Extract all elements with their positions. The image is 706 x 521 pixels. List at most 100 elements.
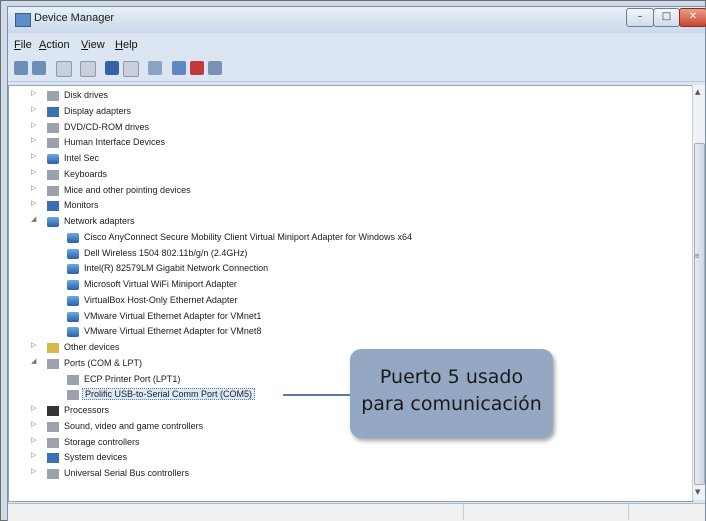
- collapse-arrow-icon[interactable]: ◢: [31, 215, 39, 223]
- tree-item-label: Dell Wireless 1504 802.11b/g/n (2.4GHz): [84, 247, 248, 258]
- expand-arrow-icon[interactable]: ▷: [31, 89, 39, 97]
- device-gray-icon: [47, 122, 59, 133]
- menu-bar: File Action View Help: [8, 37, 705, 55]
- tree-item-label: VMware Virtual Ethernet Adapter for VMne…: [84, 326, 262, 337]
- status-segment: [628, 504, 629, 520]
- tree-item-label: Microsoft Virtual WiFi Miniport Adapter: [84, 279, 237, 289]
- device-tree[interactable]: ▷ Disk drives ▷ Display adapters ▷ DVD/CD-ROM…: [8, 85, 693, 502]
- tree-item-label: Monitors: [64, 200, 99, 211]
- tree-item-label: ECP Printer Port (LPT1): [84, 373, 181, 384]
- device-blue-icon: [47, 106, 59, 117]
- uninstall-icon[interactable]: [172, 61, 186, 75]
- expand-arrow-icon[interactable]: ▷: [31, 168, 39, 176]
- tree-item-label: System devices: [64, 452, 128, 463]
- scroll-up-arrow-icon[interactable]: ▲: [695, 88, 700, 96]
- device-net-icon: [67, 311, 79, 322]
- show-hide-tree-icon[interactable]: [56, 61, 72, 77]
- expand-arrow-icon[interactable]: ▷: [31, 420, 39, 428]
- close-button[interactable]: ✕: [679, 8, 706, 27]
- expand-arrow-icon[interactable]: ▷: [31, 121, 39, 129]
- device-net-icon: [47, 217, 59, 227]
- callout-line-1: Puerto 5 usado: [379, 366, 524, 388]
- tree-item-label: DVD/CD-ROM drives: [64, 121, 150, 132]
- expand-arrow-icon[interactable]: ▷: [31, 404, 39, 412]
- menu-help[interactable]: Help: [115, 39, 138, 51]
- expand-arrow-icon[interactable]: ▷: [31, 341, 39, 349]
- device-net-icon: [47, 154, 59, 164]
- tree-item-label: Intel Sec: [64, 153, 100, 163]
- minimize-button[interactable]: –: [626, 8, 654, 27]
- device-gray-icon: [47, 91, 59, 101]
- scrollbar-thumb[interactable]: [694, 143, 705, 485]
- help-icon[interactable]: [105, 61, 119, 75]
- device-gray-icon: [67, 390, 79, 401]
- tree-item-label: Cisco AnyConnect Secure Mobility Client …: [84, 231, 412, 242]
- tree-item-label: Network adapters: [64, 216, 135, 226]
- tree-item-label: Other devices: [64, 342, 120, 352]
- device-gray-icon: [47, 437, 59, 448]
- forward-arrow-icon[interactable]: [32, 61, 46, 75]
- scroll-down-arrow-icon[interactable]: ▼: [695, 488, 700, 496]
- device-gray-icon: [47, 358, 59, 369]
- expand-arrow-icon[interactable]: ▷: [31, 136, 39, 144]
- status-bar: [8, 503, 705, 521]
- menu-file[interactable]: File: [14, 39, 32, 51]
- device-blue-icon: [47, 201, 59, 212]
- tree-item-label: Intel(R) 82579LM Gigabit Network Connect…: [84, 263, 269, 274]
- expand-arrow-icon[interactable]: ▷: [31, 436, 39, 444]
- device-net-icon: [67, 327, 79, 338]
- maximize-button[interactable]: □: [653, 8, 680, 27]
- device-net-icon: [67, 264, 79, 275]
- update-driver-icon[interactable]: [148, 61, 162, 75]
- annotation-callout: Puerto 5 usado para comunicación: [350, 349, 553, 438]
- view-icon[interactable]: [123, 61, 139, 77]
- expand-arrow-icon[interactable]: ▷: [31, 199, 39, 207]
- tree-item-label: Ports (COM & LPT): [64, 357, 143, 368]
- status-segment: [463, 504, 464, 520]
- callout-pointer-line: [283, 394, 350, 396]
- tree-item-label: Storage controllers: [64, 436, 140, 447]
- disable-icon[interactable]: [190, 61, 204, 75]
- expand-arrow-icon[interactable]: ▷: [31, 105, 39, 113]
- expand-arrow-icon[interactable]: ▷: [31, 467, 39, 475]
- window-title: Device Manager: [34, 12, 115, 24]
- device-manager-window: Device Manager – □ ✕ File Action View He…: [7, 6, 706, 521]
- device-blue-icon: [47, 453, 59, 464]
- tree-item-label: Universal Serial Bus controllers: [64, 468, 190, 478]
- vertical-scrollbar[interactable]: ▲ ≡ ▼: [692, 85, 705, 500]
- device-gray-icon: [67, 374, 79, 385]
- device-gray-icon: [47, 169, 59, 180]
- tree-item-label: Mice and other pointing devices: [64, 184, 191, 195]
- tree-item-label: Keyboards: [64, 168, 108, 179]
- device-gray-icon: [47, 469, 59, 479]
- tree-item-label: Human Interface Devices: [64, 137, 166, 148]
- device-net-icon: [67, 232, 79, 243]
- device-gray-icon: [47, 138, 59, 149]
- device-gray-icon: [47, 421, 59, 432]
- device-yellow-icon: [47, 343, 59, 353]
- back-arrow-icon[interactable]: [14, 61, 28, 75]
- expand-arrow-icon[interactable]: ▷: [31, 152, 39, 160]
- title-bar[interactable]: Device Manager – □ ✕: [8, 7, 706, 33]
- menu-view[interactable]: View: [81, 39, 105, 51]
- device-net-icon: [67, 295, 79, 306]
- device-gray-icon: [47, 185, 59, 196]
- tree-item-label: Disk drives: [64, 90, 109, 100]
- device-net-icon: [67, 248, 79, 259]
- toolbar: [8, 57, 705, 82]
- tree-item-label: Sound, video and game controllers: [64, 420, 204, 431]
- callout-line-2: para comunicación: [361, 393, 542, 415]
- menu-action[interactable]: Action: [39, 39, 70, 51]
- scroll-grip-icon: ≡: [694, 252, 700, 260]
- collapse-arrow-icon[interactable]: ◢: [31, 357, 39, 365]
- tree-item-label: VMware Virtual Ethernet Adapter for VMne…: [84, 310, 262, 321]
- expand-arrow-icon[interactable]: ▷: [31, 184, 39, 192]
- tree-item-label: VirtualBox Host-Only Ethernet Adapter: [84, 294, 238, 305]
- properties-icon[interactable]: [80, 61, 96, 77]
- tree-item-label: Processors: [64, 405, 110, 415]
- tree-item-label: Display adapters: [64, 105, 132, 116]
- device-net-icon: [67, 280, 79, 290]
- scan-hardware-icon[interactable]: [208, 61, 222, 75]
- device-manager-icon: [15, 13, 31, 27]
- expand-arrow-icon[interactable]: ▷: [31, 451, 39, 459]
